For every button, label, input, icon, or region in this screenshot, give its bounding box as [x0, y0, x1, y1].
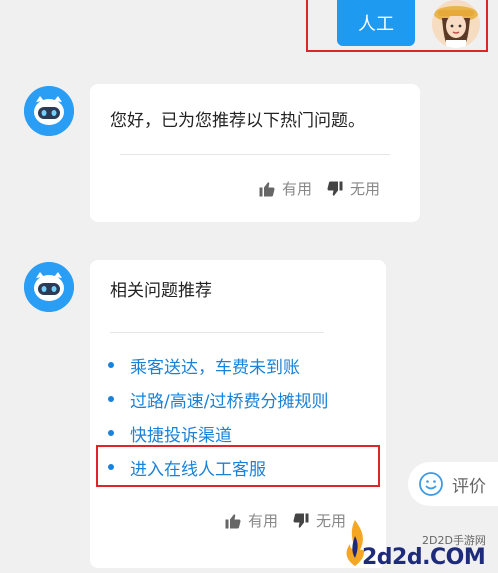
bullet-icon [108, 362, 114, 368]
user-message-text: 人工 [358, 14, 394, 35]
divider [120, 154, 390, 155]
rate-label: 评价 [452, 476, 486, 497]
smiley-icon [419, 472, 443, 496]
not-helpful-button[interactable]: 无用 [326, 178, 380, 199]
divider [110, 332, 324, 333]
not-helpful-button[interactable]: 无用 [292, 510, 346, 531]
thumbs-up-icon [225, 513, 241, 528]
bot-avatar-icon [24, 86, 74, 136]
helpful-button[interactable]: 有用 [224, 510, 278, 531]
user-message-bubble: 人工 [337, 0, 415, 46]
recommendations-title: 相关问题推荐 [110, 281, 212, 301]
watermark-domain: 2d2d.COM [362, 545, 486, 570]
thumbs-up-icon [259, 181, 275, 196]
thumbs-down-icon [327, 181, 343, 196]
bullet-icon [108, 430, 114, 436]
helpful-label: 有用 [248, 512, 279, 530]
highlight-box-human-agent-item [96, 445, 380, 487]
feedback-row: 有用 无用 [258, 178, 394, 199]
not-helpful-label: 无用 [350, 180, 381, 198]
bot-message-card-greeting: 您好，已为您推荐以下热门问题。 有用 无用 [90, 84, 420, 222]
bot-avatar-icon [24, 262, 74, 312]
thumbs-down-icon [293, 513, 309, 528]
recommendation-link[interactable]: 过路/高速/过桥费分摊规则 [108, 382, 328, 416]
rate-button[interactable]: 评价 [408, 462, 498, 506]
helpful-button[interactable]: 有用 [258, 178, 312, 199]
recommendation-link[interactable]: 乘客送达，车费未到账 [108, 348, 328, 382]
bot-greeting-text: 您好，已为您推荐以下热门问题。 [110, 111, 365, 131]
bullet-icon [108, 396, 114, 402]
watermark: 2D2D手游网 2d2d.COM [340, 512, 498, 573]
helpful-label: 有用 [282, 180, 313, 198]
user-avatar-icon[interactable] [432, 0, 480, 48]
